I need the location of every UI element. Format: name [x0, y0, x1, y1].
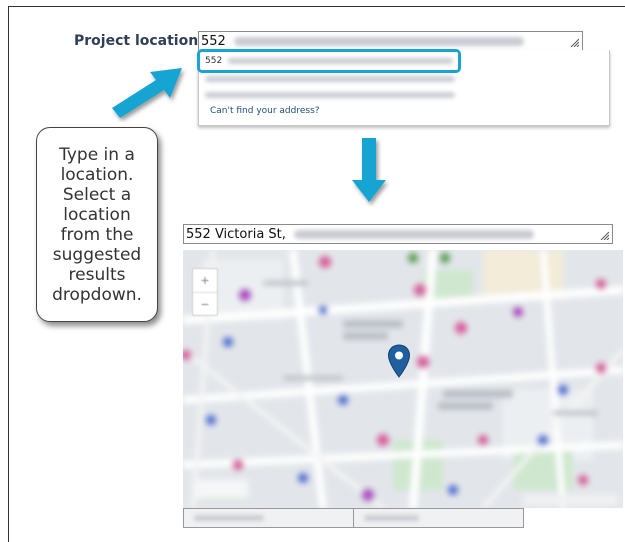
resize-handle-icon[interactable] — [599, 230, 609, 240]
map-tiles — [183, 250, 623, 508]
redacted-text — [294, 230, 535, 239]
instruction-callout: Type in a location. Select a location fr… — [36, 127, 158, 322]
location-search-input[interactable]: 552 — [198, 31, 583, 51]
suggestion-option[interactable] — [205, 90, 455, 100]
search-input-value: 552 — [201, 34, 524, 49]
table-cell — [354, 509, 523, 527]
callout-text: Type in a location. Select a location fr… — [52, 144, 142, 305]
redacted-text — [233, 37, 524, 46]
location-table-row — [183, 508, 524, 528]
map-pin-icon[interactable] — [387, 344, 411, 378]
table-cell — [184, 509, 354, 527]
redacted-text — [194, 515, 264, 521]
suggestion-option[interactable] — [205, 74, 455, 84]
redacted-text — [205, 75, 455, 82]
selected-location-input[interactable]: 552 Victoria St, — [183, 224, 613, 244]
zoom-in-button[interactable]: + — [193, 269, 217, 293]
diagonal-arrow-icon — [112, 68, 182, 118]
map-zoom-control: + − — [192, 268, 218, 316]
cant-find-address-link[interactable]: Can't find your address? — [210, 106, 320, 116]
project-location-label: Project location/s: — [74, 33, 218, 49]
selected-input-value: 552 Victoria St, — [186, 227, 535, 242]
down-arrow-icon — [352, 138, 386, 202]
redacted-text — [205, 91, 455, 98]
location-map[interactable]: + − — [183, 250, 623, 508]
selected-option-highlight — [197, 49, 461, 73]
zoom-out-button[interactable]: − — [193, 293, 217, 316]
redacted-text — [364, 515, 419, 521]
resize-handle-icon[interactable] — [569, 37, 579, 47]
